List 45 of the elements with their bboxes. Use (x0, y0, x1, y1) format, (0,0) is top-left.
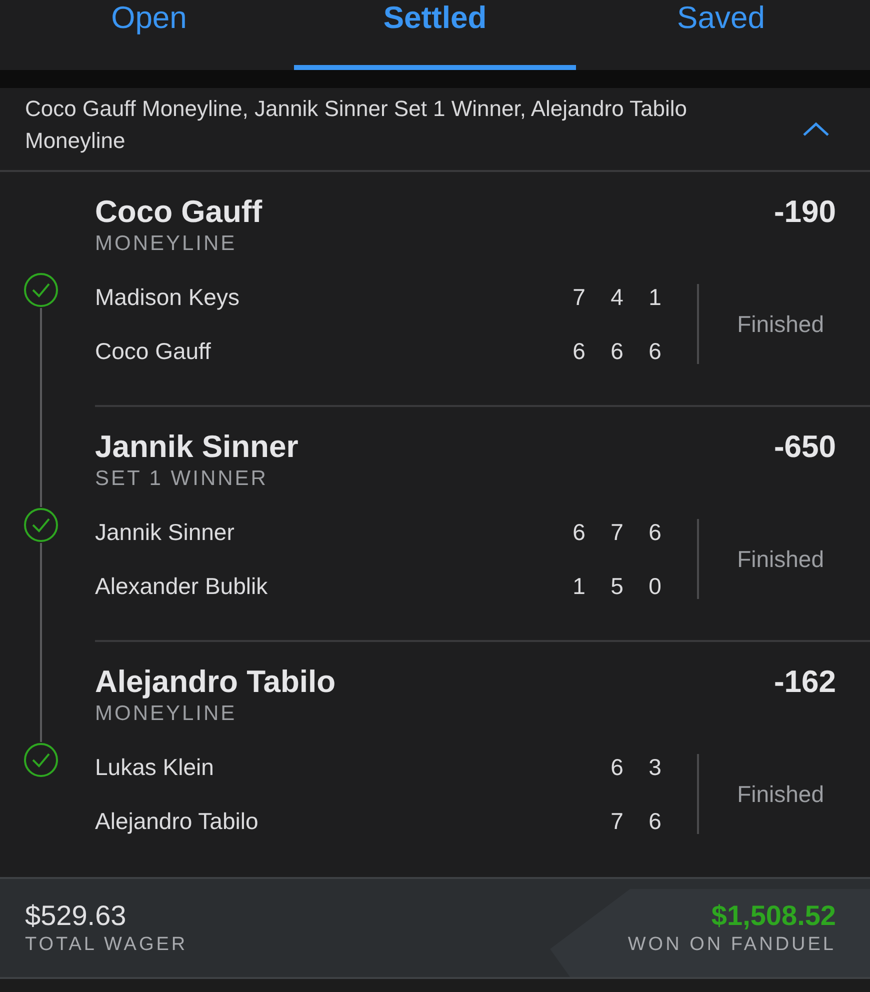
set-score: 7 (572, 284, 586, 310)
selection-name: Coco Gauff (95, 194, 262, 230)
check-circle-icon (23, 506, 59, 542)
player-name: Alexander Bublik (95, 572, 269, 600)
set-score: 6 (572, 338, 586, 364)
market-label: SET 1 WINNER (95, 467, 269, 491)
player-name: Coco Gauff (95, 338, 212, 364)
set-score: 5 (610, 572, 624, 600)
tab[interactable]: Saved (580, 0, 862, 70)
chevron-icon[interactable] (802, 121, 830, 137)
set-score: 7 (610, 518, 624, 546)
player-name: Madison Keys (95, 284, 240, 310)
set-score: 7 (610, 808, 624, 834)
bet-summary: Coco Gauff Moneyline, Jannik Sinner Set 1 Winner, Alejandro Tabilo Moneyline (25, 95, 688, 155)
selection-name: Alejandro Tabilo (95, 664, 336, 700)
player-name: Jannik Sinner (95, 518, 236, 546)
market-label: MONEYLINE (95, 232, 238, 256)
wager-amount: $529.63 (25, 900, 126, 932)
player-name: Lukas Klein (95, 754, 215, 780)
check-circle-icon (23, 272, 59, 308)
tab[interactable]: Open (8, 0, 290, 70)
check-circle-icon (23, 742, 59, 778)
payout-label: WON ON FANDUEL (628, 934, 836, 956)
set-score: 6 (648, 808, 662, 834)
set-score: 6 (610, 754, 624, 780)
set-score: 0 (648, 572, 662, 600)
set-score: 6 (610, 338, 624, 364)
match-status: Finished (737, 310, 824, 338)
set-score: 6 (648, 338, 662, 364)
set-score: 3 (648, 754, 662, 780)
odds: -162 (774, 664, 836, 700)
payout-amount: $1,508.52 (711, 900, 836, 932)
set-score: 6 (572, 518, 586, 546)
wager-label: TOTAL WAGER (25, 934, 188, 956)
selection-name: Jannik Sinner (95, 429, 298, 465)
market-label: MONEYLINE (95, 702, 238, 726)
set-score: 1 (572, 572, 586, 600)
match-status: Finished (737, 780, 824, 808)
set-score: 6 (648, 518, 662, 546)
set-score: 4 (610, 284, 624, 310)
player-name: Alejandro Tabilo (95, 808, 260, 834)
odds: -650 (774, 429, 836, 465)
match-status: Finished (737, 546, 824, 572)
set-score: 1 (648, 284, 662, 310)
odds: -190 (774, 194, 836, 230)
